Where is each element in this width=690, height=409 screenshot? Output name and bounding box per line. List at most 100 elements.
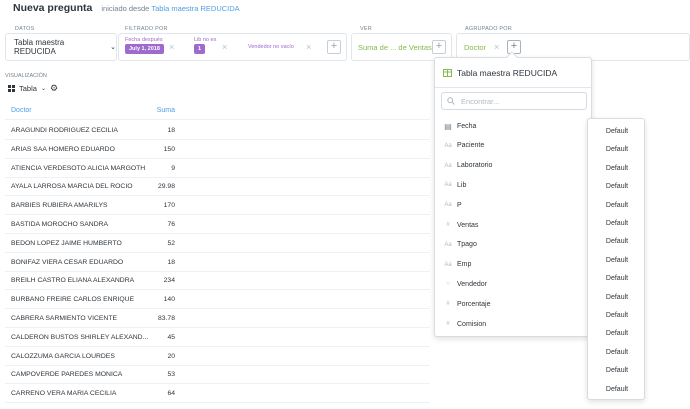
cell-doctor: CALOZZUMA GARCIA LOURDES — [11, 352, 115, 360]
cell-doctor: BONIFAZ VIERA CESAR EDUARDO — [11, 258, 124, 266]
remove-filter-icon[interactable]: × — [222, 42, 227, 52]
agrupado-label: AGRUPADO POR — [465, 26, 512, 32]
field-label: Ventas — [457, 221, 479, 229]
field-item[interactable]: Aa Paciente — [443, 140, 484, 152]
table-row[interactable]: ARAGUNDI RODRIGUEZ CECILIA 18 — [0, 121, 430, 140]
binning-option[interactable]: Default — [588, 238, 646, 245]
cell-doctor: ATIENCIA VERDESOTO ALICIA MARGOTH — [11, 164, 146, 172]
binning-option[interactable]: Default — [588, 367, 646, 374]
popover-title-text: Tabla maestra REDUCIDA — [457, 68, 558, 78]
binning-option[interactable]: Default — [588, 202, 646, 209]
filtro-label: FILTRADO POR — [125, 26, 168, 32]
filter-lib[interactable]: Lib no es 1 — [194, 37, 216, 54]
field-item[interactable]: # Porcentaje — [443, 298, 490, 310]
table-row[interactable]: CALDERON BUSTOS SHIRLEY ALEXAND... 45 — [0, 328, 430, 347]
filter-fecha[interactable]: Fecha después July 1, 2018 — [125, 37, 164, 54]
binning-option[interactable]: Default — [588, 386, 646, 393]
binning-option[interactable]: Default — [588, 183, 646, 190]
table-row[interactable]: BONIFAZ VIERA CESAR EDUARDO 18 — [0, 253, 430, 272]
table-row[interactable]: BREILH CASTRO ELIANA ALEXANDRA 234 — [0, 271, 430, 291]
text-icon: Aa — [444, 241, 452, 248]
cell-suma: 64 — [167, 390, 175, 398]
field-label: Lib — [457, 181, 467, 189]
groupby-field[interactable]: Doctor — [464, 43, 486, 52]
filter-value-pill[interactable]: July 1, 2018 — [125, 44, 164, 54]
cell-doctor: ARAGUNDI RODRIGUEZ CECILIA — [11, 127, 118, 134]
binning-option[interactable]: Default — [588, 330, 646, 337]
search-icon — [447, 97, 455, 105]
data-source-value: Tabla maestra REDUCIDA — [14, 38, 65, 56]
filter-value-pill[interactable]: 1 — [194, 44, 206, 54]
binning-option[interactable]: Default — [588, 312, 646, 319]
visualization-label: VISUALIZACIÓN — [5, 73, 47, 79]
filter-bar: Fecha después July 1, 2018 × Lib no es 1… — [118, 33, 347, 61]
calendar-icon: ▤ — [444, 121, 452, 131]
table-icon — [443, 69, 452, 77]
field-item[interactable]: # Comision — [443, 318, 486, 330]
field-item[interactable]: Aa Tpago — [443, 239, 477, 251]
field-label: Porcentaje — [457, 300, 491, 308]
field-item[interactable]: ○ Vendedor — [443, 278, 487, 290]
field-search[interactable] — [441, 92, 587, 110]
filter-label: Vendedor no vacío — [248, 44, 294, 50]
field-item[interactable]: # Ventas — [443, 219, 478, 231]
binning-option[interactable]: Default — [588, 220, 646, 227]
cell-doctor: AYALA LARROSA MARCIA DEL ROCIO — [11, 183, 133, 191]
binning-option[interactable]: Default — [588, 146, 646, 153]
binning-option[interactable]: Default — [588, 257, 646, 264]
table-row[interactable]: ATIENCIA VERDESOTO ALICIA MARGOTH 9 — [0, 159, 430, 178]
field-item[interactable]: Aa Laboratorio — [443, 160, 492, 172]
table-row[interactable]: CAMPOVERDE PAREDES MONICA 53 — [0, 365, 430, 385]
visualization-picker[interactable]: Tabla ⌄ ⚙ — [8, 83, 58, 94]
cell-suma: 140 — [163, 296, 175, 304]
binning-option[interactable]: Default — [588, 294, 646, 301]
add-filter-button[interactable]: + — [327, 40, 341, 54]
field-item[interactable]: Aa Emp — [443, 259, 471, 271]
page-subtitle: iniciado desde Tabla maestra REDUCIDA — [101, 4, 239, 13]
gear-icon[interactable]: ⚙ — [50, 83, 58, 94]
binning-option[interactable]: Default — [588, 275, 646, 282]
binning-dropdown: Default Default Default Default Default Defau… — [587, 118, 645, 400]
table-row[interactable]: BEDON LOPEZ JAIME HUMBERTO 52 — [0, 234, 430, 253]
field-item[interactable]: ▤ Fecha — [443, 120, 476, 132]
cell-suma: 234 — [163, 277, 175, 285]
cell-suma: 52 — [167, 239, 175, 247]
text-icon: Aa — [444, 182, 452, 189]
table-icon — [8, 85, 15, 92]
table-row[interactable]: CALOZZUMA GARCIA LOURDES 20 — [0, 347, 430, 366]
field-item[interactable]: Aa P — [443, 199, 461, 211]
remove-filter-icon[interactable]: × — [306, 42, 311, 52]
field-label: Tpago — [457, 241, 477, 249]
remove-filter-icon[interactable]: × — [169, 42, 174, 52]
row-divider — [5, 402, 430, 404]
source-table-link[interactable]: Tabla maestra REDUCIDA — [151, 4, 239, 13]
binning-option[interactable]: Default — [588, 128, 646, 135]
text-icon: Aa — [444, 202, 452, 209]
metric-selector[interactable]: Suma de ... de Ventas — [358, 43, 432, 52]
cell-suma: 9 — [171, 164, 175, 172]
binning-option[interactable]: Default — [588, 165, 646, 172]
remove-groupby-icon[interactable]: × — [494, 42, 499, 52]
table-row[interactable]: AYALA LARROSA MARCIA DEL ROCIO 29.98 — [0, 177, 430, 197]
text-icon: Aa — [444, 162, 452, 169]
add-groupby-button[interactable]: + — [507, 40, 521, 54]
cell-suma: 18 — [167, 258, 175, 266]
table-row[interactable]: BURBANO FREIRE CARLOS ENRIQUE 140 — [0, 290, 430, 310]
add-metric-button[interactable]: + — [432, 40, 446, 54]
table-row[interactable]: CABRERA SARMIENTO VICENTE 83.78 — [0, 309, 430, 328]
binning-option[interactable]: Default — [588, 349, 646, 356]
popover-table-title[interactable]: Tabla maestra REDUCIDA — [443, 68, 557, 78]
filter-vendedor[interactable]: Vendedor no vacío — [248, 44, 294, 50]
field-search-input[interactable] — [461, 96, 571, 106]
field-item[interactable]: Aa Lib — [443, 179, 466, 191]
field-label: Paciente — [457, 142, 485, 150]
ver-label: VER — [360, 26, 372, 32]
field-label: Emp — [457, 261, 472, 269]
table-row[interactable]: CARRENO VERA MARIA CECILIA 64 — [0, 384, 430, 404]
data-source-picker[interactable]: Tabla maestra REDUCIDA ⌄ — [5, 33, 117, 61]
cell-suma: 20 — [167, 352, 175, 360]
table-row[interactable]: BASTIDA MOROCHO SANDRA 76 — [0, 215, 430, 234]
chevron-down-icon: ⌄ — [110, 44, 116, 51]
table-row[interactable]: BARBIES RUBIERA AMARILYS 170 — [0, 196, 430, 216]
table-row[interactable]: ARIAS SAA HOMERO EDUARDO 150 — [0, 140, 430, 159]
